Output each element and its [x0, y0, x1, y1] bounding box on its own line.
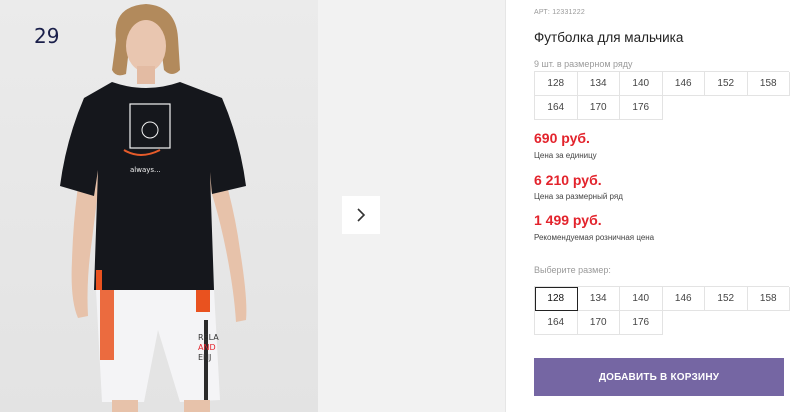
size-row-note: 9 шт. в размерном ряду — [534, 59, 633, 69]
size-option[interactable]: 128 — [535, 287, 578, 311]
unit-price: 690 руб. — [534, 130, 590, 146]
size-row-item: 176 — [620, 96, 663, 120]
retail-price-label: Рекомендуемая розничная цена — [534, 233, 655, 242]
add-to-cart-button[interactable]: ДОБАВИТЬ В КОРЗИНУ — [534, 358, 784, 396]
size-row-price-label: Цена за размерный ряд — [534, 192, 623, 201]
size-row-item: 170 — [577, 96, 620, 120]
size-row-grid: 128 134 140 146 152 158 164 170 176 — [534, 71, 790, 120]
size-selector: 128 134 140 146 152 158 164 170 176 — [534, 286, 790, 335]
size-option[interactable]: 134 — [577, 287, 620, 311]
size-option[interactable]: 140 — [620, 287, 663, 311]
size-option[interactable]: 146 — [662, 287, 705, 311]
svg-text:RELA: RELA — [198, 333, 219, 342]
product-article: АРТ: 12331222 — [534, 9, 585, 16]
retail-price: 1 499 руб. — [534, 212, 602, 228]
size-option[interactable]: 176 — [620, 311, 663, 335]
size-option[interactable]: 158 — [747, 287, 790, 311]
chevron-right-icon — [357, 208, 366, 222]
size-option[interactable]: 170 — [577, 311, 620, 335]
svg-text:ENJ: ENJ — [198, 353, 211, 362]
model-illustration: always... RELA AND ENJ — [60, 4, 247, 412]
gallery-next-button[interactable] — [342, 196, 380, 234]
svg-text:AND: AND — [198, 343, 216, 352]
divider — [505, 0, 506, 412]
size-option[interactable]: 164 — [535, 311, 578, 335]
size-row-item: 158 — [747, 72, 790, 96]
size-row-item: 164 — [535, 96, 578, 120]
product-title: Футболка для мальчика — [534, 30, 684, 45]
size-row-item: 146 — [662, 72, 705, 96]
photo-index: 29 — [34, 24, 60, 48]
unit-price-label: Цена за единицу — [534, 151, 597, 160]
size-row-price: 6 210 руб. — [534, 172, 602, 188]
size-row-item: 134 — [577, 72, 620, 96]
product-photo[interactable]: always... RELA AND ENJ 29 — [0, 0, 318, 412]
size-option[interactable]: 152 — [705, 287, 748, 311]
size-row-item: 152 — [705, 72, 748, 96]
size-row-item: 140 — [620, 72, 663, 96]
svg-text:always...: always... — [130, 166, 161, 174]
size-row-item: 128 — [535, 72, 578, 96]
product-gallery: always... RELA AND ENJ 29 — [0, 0, 505, 412]
choose-size-label: Выберите размер: — [534, 265, 611, 275]
